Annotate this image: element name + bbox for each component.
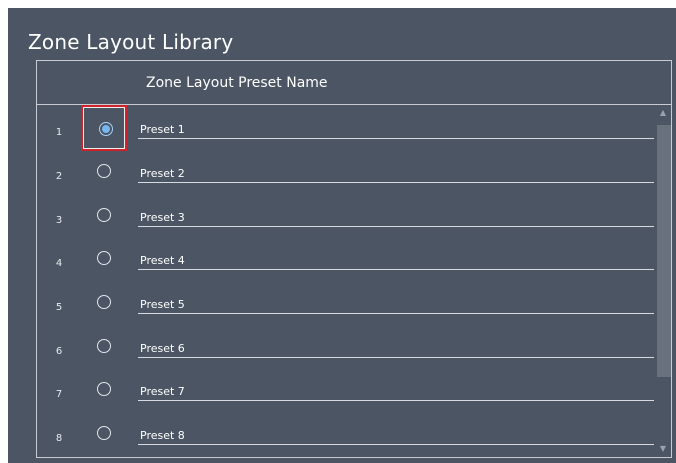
- row-number: 2: [55, 171, 63, 182]
- row-number: 1: [55, 127, 63, 138]
- preset-name-field[interactable]: Preset 1: [138, 117, 654, 139]
- selected-radio-icon[interactable]: [99, 122, 113, 136]
- preset-name-field[interactable]: Preset 7: [138, 379, 654, 401]
- preset-radio-button[interactable]: [81, 105, 127, 151]
- unselected-radio-icon[interactable]: [97, 208, 111, 222]
- preset-radio-button[interactable]: [81, 280, 127, 326]
- preset-name-field[interactable]: Preset 2: [138, 161, 654, 183]
- window-title: Zone Layout Library: [28, 30, 234, 54]
- table-row: 3 Preset 3: [37, 193, 655, 236]
- table-row: 2 Preset 2: [37, 149, 655, 192]
- preset-name-value: Preset 7: [140, 385, 185, 398]
- preset-table: Zone Layout Preset Name 1 Preset 1 2 Pre…: [36, 60, 672, 458]
- row-number: 7: [55, 389, 63, 400]
- scrollbar-thumb[interactable]: [657, 125, 671, 377]
- row-number: 5: [55, 302, 63, 313]
- preset-name-field[interactable]: Preset 4: [138, 248, 654, 270]
- unselected-radio-icon[interactable]: [97, 339, 111, 353]
- table-row: 4 Preset 4: [37, 236, 655, 279]
- preset-name-field[interactable]: Preset 6: [138, 336, 654, 358]
- chevron-down-icon[interactable]: ▼: [655, 441, 671, 457]
- row-number: 6: [55, 346, 63, 357]
- unselected-radio-icon[interactable]: [97, 295, 111, 309]
- table-header: Zone Layout Preset Name: [37, 61, 671, 105]
- preset-radio-button[interactable]: [81, 324, 127, 370]
- row-number: 8: [55, 433, 63, 444]
- preset-name-value: Preset 2: [140, 167, 185, 180]
- preset-radio-button[interactable]: [81, 411, 127, 457]
- table-row: 5 Preset 5: [37, 280, 655, 323]
- table-row: 6 Preset 6: [37, 324, 655, 367]
- chevron-up-icon[interactable]: ▲: [655, 105, 671, 121]
- preset-name-field[interactable]: Preset 5: [138, 292, 654, 314]
- unselected-radio-icon[interactable]: [97, 426, 111, 440]
- preset-list: 1 Preset 1 2 Preset 2 3 Preset 3 4 Prese…: [37, 105, 671, 457]
- unselected-radio-icon[interactable]: [97, 382, 111, 396]
- table-row: 8 Preset 8: [37, 411, 655, 454]
- preset-name-field[interactable]: Preset 8: [138, 423, 654, 445]
- preset-name-value: Preset 6: [140, 342, 185, 355]
- unselected-radio-icon[interactable]: [97, 251, 111, 265]
- table-row: 1 Preset 1: [37, 105, 655, 151]
- vertical-scrollbar[interactable]: ▲ ▼: [655, 105, 671, 457]
- preset-radio-button[interactable]: [81, 236, 127, 282]
- row-number: 4: [55, 258, 63, 269]
- row-number: 3: [55, 215, 63, 226]
- preset-name-value: Preset 8: [140, 429, 185, 442]
- preset-radio-button[interactable]: [81, 149, 127, 195]
- table-row: 7 Preset 7: [37, 367, 655, 410]
- preset-name-value: Preset 3: [140, 211, 185, 224]
- preset-name-field[interactable]: Preset 3: [138, 205, 654, 227]
- preset-name-value: Preset 4: [140, 254, 185, 267]
- unselected-radio-icon[interactable]: [97, 164, 111, 178]
- zone-layout-library-window: Zone Layout Library Zone Layout Preset N…: [8, 8, 676, 463]
- preset-name-value: Preset 1: [140, 123, 185, 136]
- preset-radio-button[interactable]: [81, 367, 127, 413]
- preset-name-value: Preset 5: [140, 298, 185, 311]
- preset-name-column-header: Zone Layout Preset Name: [146, 75, 328, 91]
- preset-radio-button[interactable]: [81, 193, 127, 239]
